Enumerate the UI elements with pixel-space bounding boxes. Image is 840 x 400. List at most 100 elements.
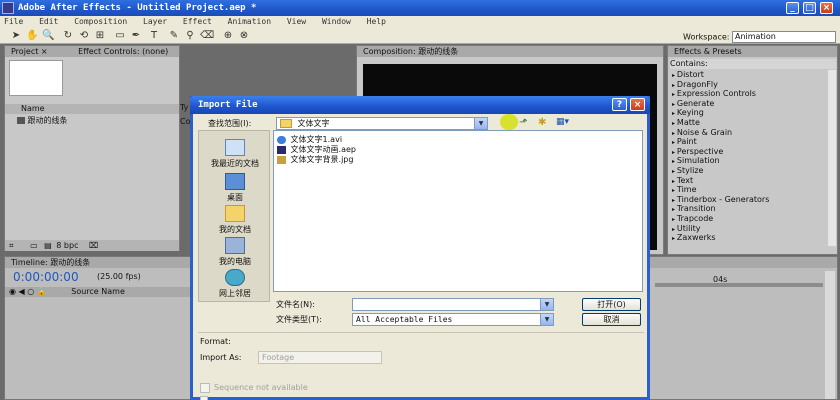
- effect-category[interactable]: Matte: [670, 118, 830, 128]
- file-item[interactable]: 文体文字动画.aep: [277, 145, 356, 154]
- filename-input[interactable]: ▼: [352, 298, 554, 311]
- pan-behind-tool-icon[interactable]: ⊞: [94, 30, 106, 42]
- effect-category[interactable]: Perspective: [670, 147, 830, 157]
- workspace-dropdown[interactable]: Animation: [732, 31, 836, 43]
- effect-category[interactable]: Utility: [670, 224, 830, 234]
- effect-category[interactable]: Expression Controls: [670, 89, 830, 99]
- back-icon[interactable]: [500, 114, 518, 130]
- axis-mode-icon[interactable]: ⊕: [222, 30, 234, 42]
- menu-effect[interactable]: Effect: [183, 17, 212, 26]
- effect-category[interactable]: Stylize: [670, 166, 830, 176]
- project-tabs: Project × Effect Controls: (none): [5, 46, 179, 57]
- places-bar: 我最近的文档 桌面 我的文档 我的电脑 网上邻居: [198, 130, 270, 302]
- place-recent-documents[interactable]: 我最近的文档: [199, 139, 271, 169]
- effect-category[interactable]: Generate: [670, 99, 830, 109]
- place-desktop[interactable]: 桌面: [199, 173, 271, 203]
- tab-timeline[interactable]: Timeline: 跟动的线条: [11, 258, 90, 267]
- filetype-dropdown[interactable]: All Acceptable Files ▼: [352, 313, 554, 326]
- my-computer-icon: [225, 237, 245, 254]
- rotation-tool-icon[interactable]: ↻: [62, 30, 74, 42]
- rectangle-mask-tool-icon[interactable]: ▭: [114, 30, 126, 42]
- cancel-button[interactable]: 取消: [582, 313, 641, 326]
- trash-icon[interactable]: ⌧: [89, 241, 98, 250]
- view-menu-icon[interactable]: ▦▾: [556, 117, 576, 129]
- interpret-footage-icon[interactable]: ⌗: [9, 241, 14, 250]
- eraser-tool-icon[interactable]: ⌫: [200, 30, 214, 42]
- close-button[interactable]: ×: [820, 2, 833, 14]
- timeline-scrollbar[interactable]: [825, 271, 835, 399]
- menu-view[interactable]: View: [287, 17, 306, 26]
- workspace-selector: Workspace: Animation: [683, 31, 836, 43]
- sequence-option[interactable]: Sequence not available: [200, 382, 308, 393]
- effect-category[interactable]: Paint: [670, 137, 830, 147]
- menu-animation[interactable]: Animation: [228, 17, 271, 26]
- pen-tool-icon[interactable]: ✒: [130, 30, 142, 42]
- zoom-tool-icon[interactable]: 🔍: [42, 30, 54, 42]
- brush-tool-icon[interactable]: ✎: [168, 30, 180, 42]
- effect-category[interactable]: Transition: [670, 204, 830, 214]
- effect-category[interactable]: Distort: [670, 70, 830, 80]
- look-in-dropdown[interactable]: 文体文字 ▼: [276, 117, 488, 130]
- new-comp-icon[interactable]: ▤: [44, 241, 52, 250]
- file-item[interactable]: 文体文字1.avi: [277, 135, 342, 144]
- selection-tool-icon[interactable]: ➤: [10, 30, 22, 42]
- menu-help[interactable]: Help: [367, 17, 386, 26]
- dialog-close-button[interactable]: ×: [630, 98, 645, 111]
- minimize-button[interactable]: _: [786, 2, 799, 14]
- menu-layer[interactable]: Layer: [143, 17, 167, 26]
- effect-category[interactable]: Simulation: [670, 156, 830, 166]
- menu-composition[interactable]: Composition: [74, 17, 127, 26]
- effect-category[interactable]: Tinderbox - Generators: [670, 195, 830, 205]
- project-item[interactable]: 跟动的线条: [5, 116, 179, 126]
- tab-composition[interactable]: Composition: 跟动的线条: [363, 47, 458, 56]
- effect-category[interactable]: Trapcode: [670, 214, 830, 224]
- menu-window[interactable]: Window: [322, 17, 351, 26]
- maximize-button[interactable]: □: [803, 2, 816, 14]
- bpc-label[interactable]: 8 bpc: [56, 241, 78, 250]
- tab-effect-controls[interactable]: Effect Controls: (none): [78, 47, 168, 56]
- tab-effects-presets[interactable]: Effects & Presets: [674, 47, 742, 56]
- place-network[interactable]: 网上邻居: [199, 269, 271, 299]
- second-checkbox[interactable]: [200, 396, 208, 400]
- open-button[interactable]: 打开(O): [582, 298, 641, 311]
- effect-category[interactable]: Noise & Grain: [670, 128, 830, 138]
- menu-file[interactable]: File: [4, 17, 23, 26]
- column-source-name[interactable]: Source Name: [71, 287, 125, 296]
- hand-tool-icon[interactable]: ✋: [26, 30, 38, 42]
- column-name[interactable]: Name: [21, 104, 45, 113]
- effects-search: Contains:: [670, 59, 836, 69]
- import-as-dropdown[interactable]: Footage: [258, 351, 382, 364]
- file-list[interactable]: 文体文字1.avi 文体文字动画.aep 文体文字背景.jpg: [273, 130, 643, 292]
- effect-category[interactable]: Keying: [670, 108, 830, 118]
- help-button[interactable]: ?: [612, 98, 627, 111]
- chevron-down-icon: ▼: [474, 118, 487, 129]
- chevron-down-icon: ▼: [540, 314, 553, 325]
- file-item[interactable]: 文体文字背景.jpg: [277, 155, 353, 164]
- tab-project[interactable]: Project: [11, 47, 38, 56]
- effect-category[interactable]: Text: [670, 176, 830, 186]
- new-folder-icon[interactable]: ✱: [538, 117, 552, 129]
- orbit-camera-tool-icon[interactable]: ⟲: [78, 30, 90, 42]
- menu-edit[interactable]: Edit: [39, 17, 58, 26]
- folder-icon[interactable]: ▭: [30, 241, 38, 250]
- up-folder-icon[interactable]: ⬏: [519, 117, 531, 129]
- sequence-checkbox[interactable]: [200, 382, 210, 393]
- place-my-computer[interactable]: 我的电脑: [199, 237, 271, 267]
- effect-category[interactable]: DragonFly: [670, 80, 830, 90]
- world-axis-icon[interactable]: ⊗: [238, 30, 250, 42]
- file-name: 文体文字动画.aep: [290, 145, 356, 154]
- effect-category[interactable]: Time: [670, 185, 830, 195]
- effects-scrollbar[interactable]: [828, 70, 836, 246]
- my-documents-icon: [225, 205, 245, 222]
- place-my-documents[interactable]: 我的文档: [199, 205, 271, 235]
- timecode-display[interactable]: 0:00:00:00: [13, 270, 79, 284]
- clone-stamp-tool-icon[interactable]: ⚲: [184, 30, 196, 42]
- aep-file-icon: [277, 145, 286, 154]
- effects-category-list: Distort DragonFly Expression Controls Ge…: [670, 70, 830, 243]
- folder-icon: [280, 119, 292, 128]
- time-ruler[interactable]: [655, 283, 823, 287]
- project-item-name: 跟动的线条: [27, 116, 68, 125]
- type-tool-icon[interactable]: T: [148, 30, 160, 42]
- effects-tab-row: Effects & Presets: [668, 46, 837, 57]
- effect-category[interactable]: Zaxwerks: [670, 233, 830, 243]
